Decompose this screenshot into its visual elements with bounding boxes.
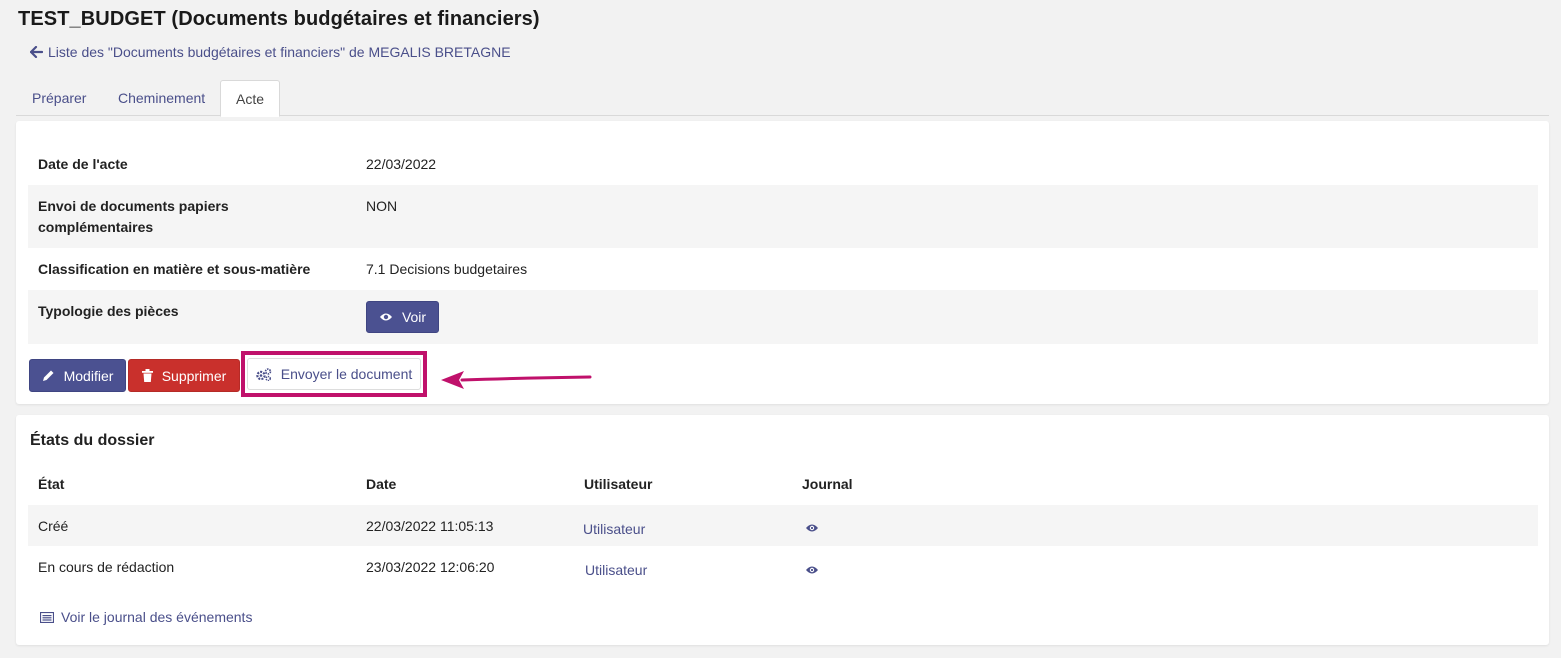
column-header-user: Utilisateur bbox=[584, 476, 653, 492]
trash-icon bbox=[141, 369, 153, 382]
send-document-button[interactable]: Envoyer le document bbox=[247, 358, 421, 390]
tab-bar: Préparer Cheminement Acte bbox=[16, 80, 1549, 117]
send-document-button-label: Envoyer le document bbox=[280, 366, 413, 382]
tab-cheminement[interactable]: Cheminement bbox=[103, 80, 220, 116]
journal-eye-icon[interactable] bbox=[805, 520, 819, 536]
table-row bbox=[28, 505, 1538, 546]
tab-acte[interactable]: Acte bbox=[220, 80, 281, 117]
cogs-icon bbox=[256, 367, 272, 381]
states-title: États du dossier bbox=[30, 432, 155, 449]
voir-button[interactable]: Voir bbox=[366, 301, 439, 333]
back-link[interactable]: Liste des "Documents budgétaires et fina… bbox=[30, 44, 511, 60]
detail-row: Envoi de documents papiers complémentair… bbox=[28, 185, 1538, 248]
detail-row: Classification en matière et sous-matièr… bbox=[28, 248, 1538, 290]
pencil-icon bbox=[42, 370, 54, 381]
voir-button-label: Voir bbox=[401, 309, 427, 325]
detail-value: 22/03/2022 bbox=[366, 156, 437, 172]
detail-label: Classification en matière et sous-matièr… bbox=[38, 261, 311, 277]
date-cell: 23/03/2022 12:06:20 bbox=[366, 559, 495, 575]
user-link[interactable]: Utilisateur bbox=[585, 562, 647, 578]
journal-events-link-label: Voir le journal des événements bbox=[61, 609, 253, 625]
detail-value: 7.1 Decisions budgetaires bbox=[366, 261, 528, 277]
column-header-state: État bbox=[38, 476, 65, 492]
tab-preparer[interactable]: Préparer bbox=[17, 80, 101, 116]
detail-label: Typologie des pièces bbox=[38, 303, 179, 319]
document-details-panel: Date de l'acte 22/03/2022 Envoi de docum… bbox=[16, 121, 1549, 404]
state-cell: Créé bbox=[38, 518, 69, 534]
modify-button-label: Modifier bbox=[63, 367, 114, 384]
detail-label: Date de l'acte bbox=[38, 156, 128, 172]
annotation-arrow-icon bbox=[441, 371, 592, 389]
eye-icon bbox=[379, 313, 392, 321]
column-header-journal: Journal bbox=[802, 476, 853, 492]
detail-row: Date de l'acte 22/03/2022 bbox=[28, 143, 1538, 185]
back-link-label: Liste des "Documents budgétaires et fina… bbox=[48, 44, 511, 60]
states-panel: États du dossier État Date Utilisateur J… bbox=[16, 415, 1549, 645]
detail-row: Typologie des pièces Voir bbox=[28, 290, 1538, 344]
column-header-date: Date bbox=[366, 476, 397, 492]
modify-button[interactable]: Modifier bbox=[29, 359, 126, 392]
detail-label: Envoi de documents papiers complémentair… bbox=[38, 198, 229, 235]
delete-button[interactable]: Supprimer bbox=[128, 359, 240, 392]
delete-button-label: Supprimer bbox=[161, 367, 227, 384]
state-cell: En cours de rédaction bbox=[38, 559, 175, 575]
arrow-left-icon bbox=[30, 46, 43, 58]
journal-events-link[interactable]: Voir le journal des événements bbox=[40, 609, 252, 625]
date-cell: 22/03/2022 11:05:13 bbox=[366, 518, 494, 534]
journal-eye-icon[interactable] bbox=[805, 562, 819, 578]
list-icon bbox=[40, 611, 54, 623]
detail-value: NON bbox=[366, 198, 398, 214]
user-link[interactable]: Utilisateur bbox=[583, 521, 645, 537]
page-title: TEST_BUDGET (Documents budgétaires et fi… bbox=[18, 8, 540, 30]
